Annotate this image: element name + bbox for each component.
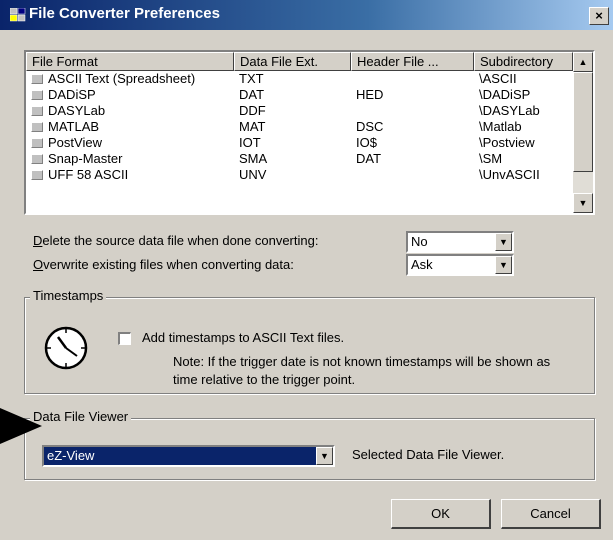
cell-header-ext: DAT [356, 151, 382, 166]
overwrite-select[interactable]: Ask ▼ [406, 254, 514, 276]
cell-subdirectory: \Matlab [479, 119, 522, 134]
scroll-thumb[interactable] [573, 72, 593, 172]
table-row[interactable]: DASYLab DDF \DASYLab [26, 103, 573, 119]
chevron-down-icon: ▼ [499, 260, 508, 270]
data-file-viewer-group-title: Data File Viewer [30, 409, 132, 424]
cell-subdirectory: \Postview [479, 135, 535, 150]
row-checkbox[interactable] [31, 154, 43, 164]
viewer-dropdown-button[interactable]: ▼ [316, 447, 333, 465]
column-header-data-ext[interactable]: Data File Ext. [234, 52, 351, 71]
cell-format: MATLAB [48, 119, 100, 134]
viewer-value: eZ-View [47, 448, 95, 463]
table-row[interactable]: DADiSP DAT HED \DADiSP [26, 87, 573, 103]
arrow-up-icon: ▲ [578, 57, 588, 67]
overwrite-label: Overwrite existing files when converting… [33, 257, 294, 272]
cell-data-ext: SMA [239, 151, 268, 166]
app-icon [10, 8, 26, 22]
file-format-list[interactable]: File Format Data File Ext. Header File .… [24, 50, 595, 215]
table-row[interactable]: ASCII Text (Spreadsheet) TXT \ASCII [26, 71, 573, 87]
cell-header-ext: HED [356, 87, 384, 102]
cell-data-ext: DAT [239, 87, 265, 102]
cell-format: PostView [48, 135, 102, 150]
cell-format: ASCII Text (Spreadsheet) [48, 71, 196, 86]
row-checkbox[interactable] [31, 90, 43, 100]
cell-format: DASYLab [48, 103, 106, 118]
close-button[interactable]: × [589, 7, 609, 25]
add-timestamps-label[interactable]: Add timestamps to ASCII Text files. [142, 330, 344, 345]
row-checkbox[interactable] [31, 122, 43, 132]
cell-format: Snap-Master [48, 151, 123, 166]
window-title: File Converter Preferences [29, 5, 220, 22]
delete-source-dropdown-button[interactable]: ▼ [495, 233, 512, 251]
row-checkbox[interactable] [31, 138, 43, 148]
column-header-subdirectory[interactable]: Subdirectory [474, 52, 573, 71]
cell-subdirectory: \SM [479, 151, 503, 166]
chevron-down-icon: ▼ [499, 237, 508, 247]
ok-button[interactable]: OK [391, 499, 491, 529]
chevron-down-icon: ▼ [320, 451, 329, 461]
cell-data-ext: TXT [239, 71, 264, 86]
cell-subdirectory: \ASCII [479, 71, 517, 86]
table-row[interactable]: PostView IOT IO$ \Postview [26, 135, 573, 151]
cell-format: DADiSP [48, 87, 96, 102]
viewer-caption: Selected Data File Viewer. [352, 447, 505, 462]
table-row[interactable]: MATLAB MAT DSC \Matlab [26, 119, 573, 135]
cell-data-ext: MAT [239, 119, 266, 134]
cell-format: UFF 58 ASCII [48, 167, 129, 182]
timestamps-group-title: Timestamps [30, 288, 107, 303]
row-checkbox[interactable] [31, 106, 43, 116]
table-row[interactable]: Snap-Master SMA DAT \SM [26, 151, 573, 167]
clock-icon [44, 326, 88, 370]
add-timestamps-checkbox[interactable] [118, 332, 131, 345]
cancel-button[interactable]: Cancel [501, 499, 601, 529]
arrow-down-icon: ▼ [578, 198, 588, 208]
delete-source-value: No [411, 234, 428, 249]
column-header-header-ext[interactable]: Header File ... [351, 52, 474, 71]
column-header-file-format[interactable]: File Format [26, 52, 234, 71]
overwrite-value: Ask [411, 257, 433, 272]
delete-source-label: Delete the source data file when done co… [33, 233, 319, 248]
cell-subdirectory: \UnvASCII [479, 167, 540, 182]
viewer-select[interactable]: eZ-View ▼ [42, 445, 335, 467]
cell-data-ext: DDF [239, 103, 266, 118]
timestamps-note-line2: time relative to the trigger point. [173, 372, 356, 387]
cell-data-ext: UNV [239, 167, 267, 182]
table-row[interactable]: UFF 58 ASCII UNV \UnvASCII [26, 167, 573, 183]
overwrite-dropdown-button[interactable]: ▼ [495, 256, 512, 274]
row-checkbox[interactable] [31, 170, 43, 180]
row-checkbox[interactable] [31, 74, 43, 84]
scroll-down-button[interactable]: ▼ [573, 193, 593, 213]
pointer-arrow-icon [0, 408, 42, 444]
cell-subdirectory: \DADiSP [479, 87, 531, 102]
scroll-up-button[interactable]: ▲ [573, 52, 593, 72]
cell-header-ext: IO$ [356, 135, 377, 150]
delete-source-select[interactable]: No ▼ [406, 231, 514, 253]
list-vertical-scrollbar[interactable]: ▲ ▼ [573, 52, 593, 213]
close-icon: × [595, 8, 603, 23]
timestamps-note-line1: Note: If the trigger date is not known t… [173, 354, 551, 369]
cell-subdirectory: \DASYLab [479, 103, 540, 118]
title-bar[interactable]: File Converter Preferences × [0, 0, 613, 30]
cell-data-ext: IOT [239, 135, 261, 150]
preferences-dialog: File Converter Preferences × File Format… [0, 0, 613, 540]
cell-header-ext: DSC [356, 119, 384, 134]
